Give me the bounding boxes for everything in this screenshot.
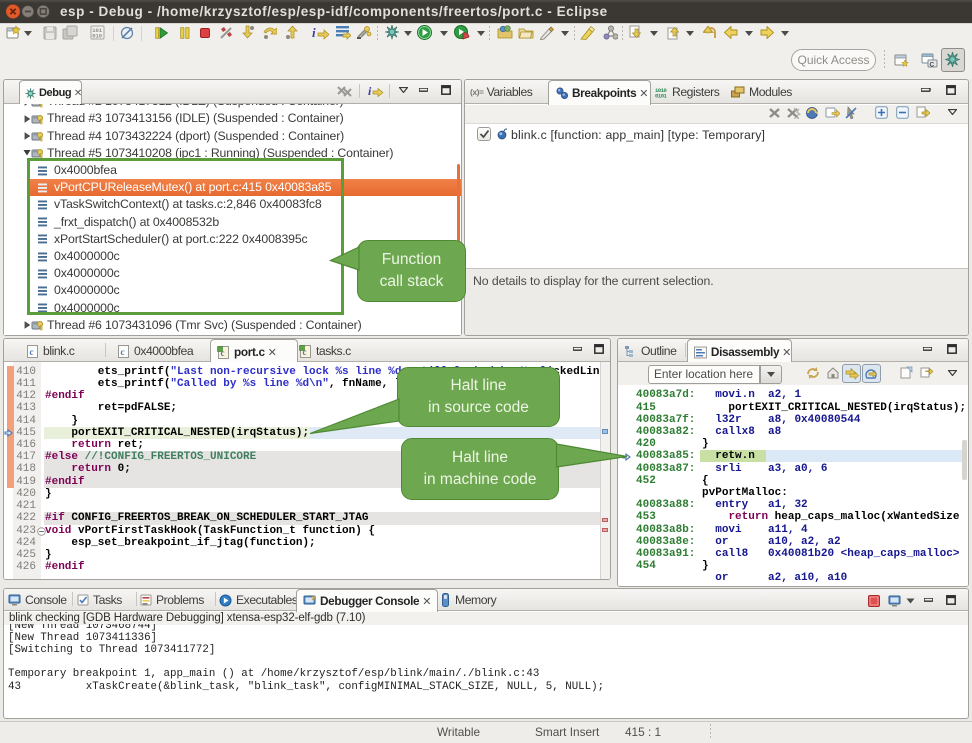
svg-text:C: C [930, 62, 935, 69]
svg-text:010: 010 [92, 33, 102, 40]
svg-text:i: i [312, 25, 316, 40]
svg-text:i: i [368, 84, 372, 98]
svg-text:c: c [121, 347, 125, 357]
svg-text:0101: 0101 [655, 92, 668, 98]
svg-text:c: c [30, 347, 34, 357]
